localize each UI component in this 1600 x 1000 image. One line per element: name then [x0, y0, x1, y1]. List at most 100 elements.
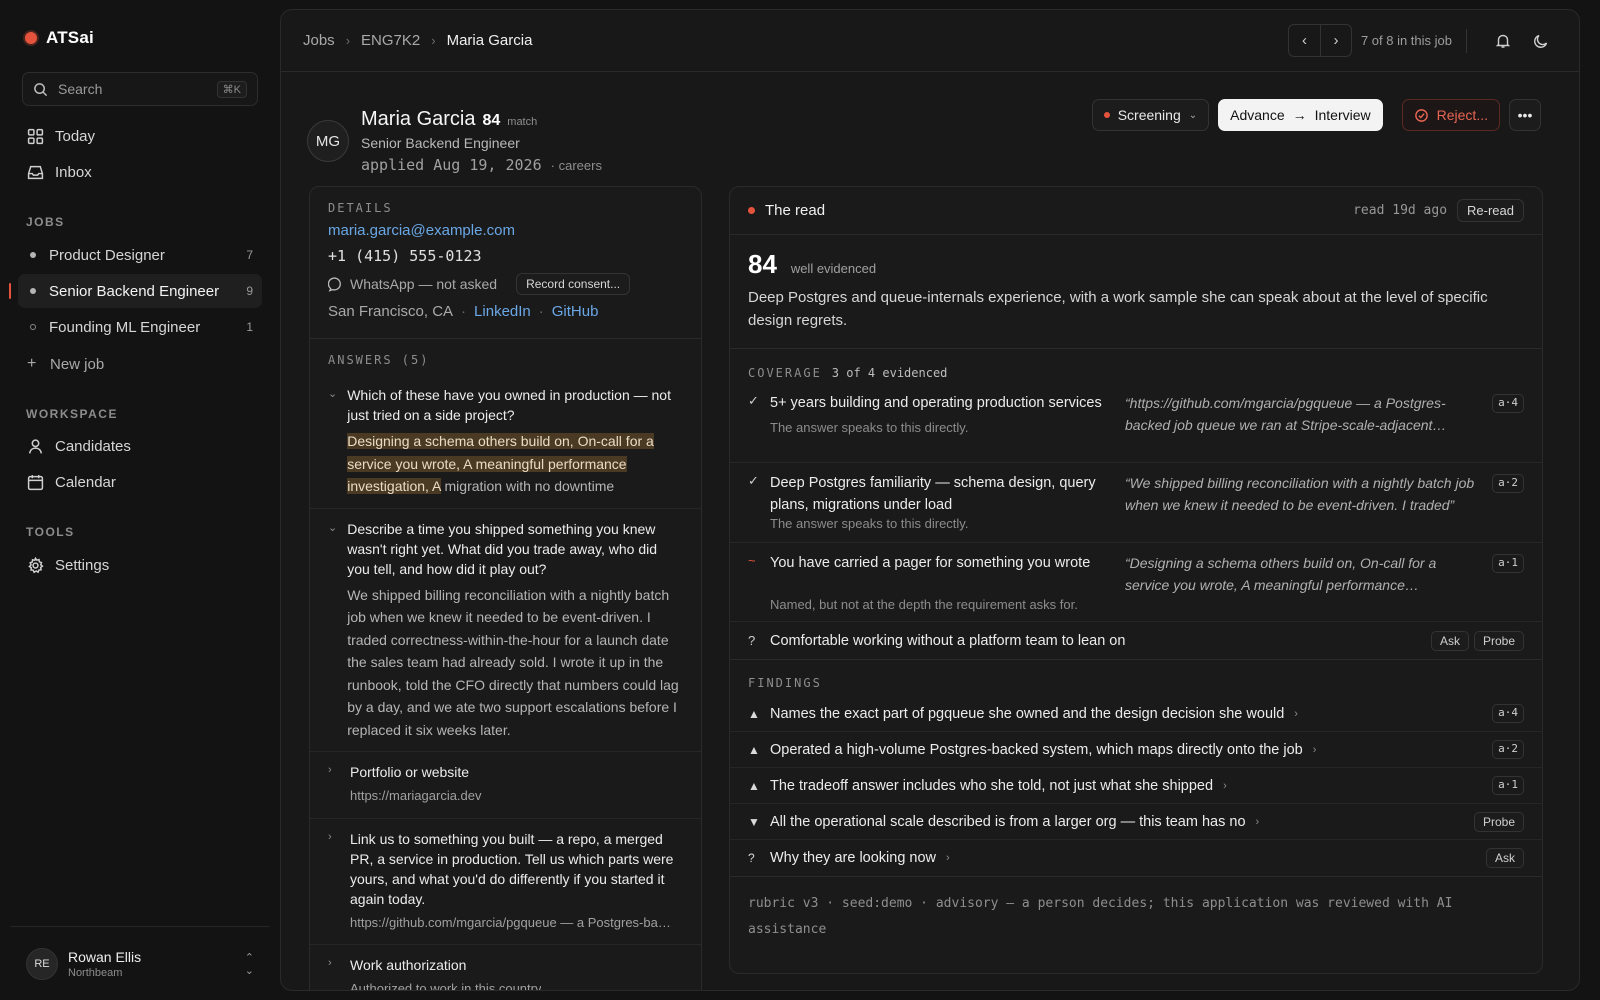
tools-section-label: TOOLS	[26, 525, 75, 539]
job-count: 7	[246, 248, 253, 262]
coverage-note: The answer speaks to this directly.	[770, 420, 969, 435]
answer-question: Link us to something you built — a repo,…	[350, 830, 674, 907]
nav-candidates[interactable]: Candidates	[18, 429, 262, 463]
coverage-title: You have carried a pager for something y…	[770, 555, 1091, 571]
probe-button[interactable]: Probe	[1473, 630, 1524, 651]
evidence-tag[interactable]: a·4	[1492, 394, 1524, 413]
record-consent-button[interactable]: Record consent...	[516, 273, 631, 295]
grid-icon	[27, 128, 44, 144]
prev-candidate-button[interactable]: ‹	[1289, 25, 1320, 56]
user-org: Northbeam	[68, 966, 123, 979]
answer-question: Portfolio or website	[350, 764, 470, 780]
probe-button[interactable]: Probe	[1473, 811, 1524, 832]
linkedin-link[interactable]: LinkedIn	[474, 303, 531, 320]
candidate-name: Maria Garcia	[361, 108, 476, 130]
coverage-row[interactable]: ~ You have carried a pager for something…	[730, 543, 1542, 622]
finding-text: Names the exact part of pgqueue she owne…	[770, 705, 1285, 722]
person-icon	[28, 438, 43, 454]
notifications-button[interactable]	[1487, 25, 1519, 57]
nav-inbox[interactable]: Inbox	[18, 155, 262, 189]
read-score: 84	[748, 249, 777, 279]
breadcrumb-jobs[interactable]: Jobs	[303, 32, 335, 49]
candidate-score: 84	[482, 112, 501, 129]
answer-item[interactable]: ⌄ Describe a time you shipped something …	[310, 509, 701, 752]
answer-item[interactable]: › Work authorization Authorized to work …	[310, 945, 701, 990]
candidate-avatar: MG	[307, 120, 349, 162]
job-status-dot	[30, 324, 36, 330]
more-icon: •••	[1517, 107, 1533, 123]
reject-button[interactable]: Reject...	[1401, 99, 1500, 131]
user-menu[interactable]: RE Rowan Ellis Northbeam ⌃ ⌄	[10, 926, 270, 1000]
brand[interactable]: ATSai	[25, 28, 94, 48]
answer-question: Work authorization	[350, 957, 467, 973]
coverage-quote: “We shipped billing reconciliation with …	[1125, 475, 1475, 513]
sidebar-job-founding-ml-engineer[interactable]: Founding ML Engineer 1	[18, 310, 262, 344]
question-icon: ?	[748, 633, 756, 648]
sidebar-job-product-designer[interactable]: Product Designer 7	[18, 238, 262, 272]
inbox-icon	[27, 165, 44, 179]
question-icon: ?	[748, 851, 755, 865]
details-card: DETAILS maria.garcia@example.com +1 (415…	[309, 186, 702, 990]
theme-toggle-button[interactable]	[1525, 25, 1557, 57]
coverage-label: COVERAGE	[748, 366, 822, 380]
nav-calendar-label: Calendar	[55, 473, 116, 491]
finding-row[interactable]: ▼ All the operational scale described is…	[730, 804, 1542, 840]
candidate-email[interactable]: maria.garcia@example.com	[328, 222, 683, 239]
nav-settings[interactable]: Settings	[18, 548, 262, 582]
breadcrumb-job[interactable]: ENG7K2	[361, 32, 420, 49]
rubric-note: rubric v3 · seed:demo · advisory — a per…	[730, 876, 1542, 957]
answer-question: Describe a time you shipped something yo…	[347, 520, 658, 577]
search-input[interactable]: Search ⌘K	[22, 72, 258, 106]
finding-row[interactable]: ? Why they are looking now › Ask	[730, 840, 1542, 876]
coverage-row[interactable]: ✓ 5+ years building and operating produc…	[730, 383, 1542, 463]
nav-today[interactable]: Today	[18, 119, 262, 153]
coverage-quote: “https://github.com/mgarcia/pgqueue — a …	[1125, 395, 1447, 433]
finding-row[interactable]: ▲ Operated a high-volume Postgres-backed…	[730, 732, 1542, 768]
search-placeholder: Search	[58, 81, 103, 97]
finding-row[interactable]: ▲ The tradeoff answer includes who she t…	[730, 768, 1542, 804]
dot-separator: ·	[538, 303, 544, 320]
evidence-tag[interactable]: a·1	[1492, 776, 1524, 795]
topbar: Jobs › ENG7K2 › Maria Garcia ‹ › 7 of 8 …	[281, 10, 1579, 72]
finding-row[interactable]: ▲ Names the exact part of pgqueue she ow…	[730, 696, 1542, 732]
job-label: Product Designer	[49, 246, 165, 264]
findings-label: FINDINGS	[748, 676, 822, 690]
reject-label: Reject...	[1436, 107, 1488, 123]
evidence-tag[interactable]: a·1	[1492, 554, 1524, 573]
github-link[interactable]: GitHub	[552, 303, 599, 320]
dot-separator: ·	[461, 303, 467, 320]
stage-select[interactable]: Screening ⌄	[1091, 99, 1210, 131]
breadcrumb-candidate: Maria Garcia	[446, 32, 533, 49]
whatsapp-status: WhatsApp — not asked	[350, 276, 498, 292]
more-button[interactable]: •••	[1509, 99, 1541, 131]
coverage-row[interactable]: ✓ Deep Postgres familiarity — schema des…	[730, 463, 1542, 543]
next-candidate-button[interactable]: ›	[1319, 25, 1351, 56]
answer-item[interactable]: ⌄ Which of these have you owned in produ…	[310, 375, 701, 509]
ask-button[interactable]: Ask	[1485, 848, 1524, 868]
finding-text: Why they are looking now	[770, 850, 937, 866]
read-score-note: well evidenced	[790, 261, 877, 276]
moon-icon	[1534, 34, 1548, 48]
new-job-button[interactable]: + New job	[18, 347, 262, 381]
main-panel: Jobs › ENG7K2 › Maria Garcia ‹ › 7 of 8 …	[280, 9, 1580, 991]
candidate-source: careers	[558, 158, 602, 173]
ask-button[interactable]: Ask	[1430, 630, 1469, 651]
evidence-tag[interactable]: a·2	[1492, 474, 1524, 493]
ban-icon	[1414, 108, 1428, 122]
job-count: 9	[246, 284, 253, 298]
evidence-tag[interactable]: a·4	[1492, 704, 1524, 723]
coverage-open-row: ? Comfortable working without a platform…	[730, 622, 1542, 660]
reread-button[interactable]: Re-read	[1457, 199, 1524, 222]
evidence-tag[interactable]: a·2	[1492, 740, 1524, 759]
avatar: RE	[26, 947, 58, 980]
candidate-location: San Francisco, CA	[328, 303, 454, 320]
candidate-applied: applied Aug 19, 2026	[361, 156, 542, 174]
nav-calendar[interactable]: Calendar	[18, 465, 262, 499]
answer-item[interactable]: › Link us to something you built — a rep…	[310, 819, 701, 945]
nav-inbox-label: Inbox	[55, 163, 92, 181]
answer-item[interactable]: › Portfolio or website https://mariagarc…	[310, 752, 701, 819]
sidebar-job-senior-backend-engineer[interactable]: Senior Backend Engineer 9	[9, 274, 262, 308]
advance-button[interactable]: Advance → Interview	[1218, 99, 1383, 131]
candidate-phone[interactable]: +1 (415) 555-0123	[328, 247, 683, 265]
advance-target: Interview	[1314, 107, 1371, 123]
